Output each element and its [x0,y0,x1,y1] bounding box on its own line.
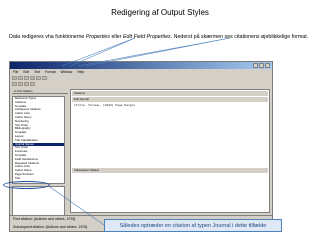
editor-header: Citations [72,91,268,96]
minimize-icon[interactable] [253,63,258,68]
paste-icon[interactable] [42,76,47,80]
cut-icon[interactable] [30,76,35,80]
bold-icon[interactable] [12,82,17,86]
callout-box: Således optræder en citation af typen Jo… [104,219,282,232]
subsequent-citation-header: Subsequent Citation [72,168,268,173]
preview-box [12,186,65,216]
app-screenshot: File Edit Text Format Window Help In Tex… [9,61,273,232]
editor-panel: Citations Edit Journal {Title. Volume, (… [70,89,270,213]
plain-icon[interactable] [30,82,35,86]
highlight-ellipse [3,181,50,189]
underline-icon[interactable] [24,82,29,86]
subsequent-citation-preview: Subsequent citation: {Authors and others… [13,225,88,229]
tab-in-text-citation[interactable]: In Text Citation [12,89,68,94]
window-controls [253,63,270,68]
intro-suffix: . Nederst på skærmen ses citationens øje… [170,34,309,40]
citation-template-field[interactable]: {Title. Volume, (1993) Page Range} [74,104,135,107]
italic-icon[interactable] [18,82,23,86]
close-icon[interactable] [265,63,270,68]
format-toolbar [10,81,272,87]
new-icon[interactable] [12,76,17,80]
maximize-icon[interactable] [259,63,264,68]
first-citation-preview: First citation: {Authors and others, 197… [13,217,76,221]
window-titlebar [10,62,272,69]
intro-text: Data redigeres vha funktionerne Properti… [9,33,309,41]
editor-subheader: Edit Journal [72,97,268,102]
style-tree: Reference Types Citations Template Ambig… [12,96,65,184]
intro-mid: eller [110,34,123,40]
page-title: Redigering af Output Styles [111,8,209,17]
intro-properties: Properties [85,34,111,40]
intro-prefix: Data redigeres vha funktionerne [9,34,86,40]
save-icon[interactable] [24,76,29,80]
tree-item[interactable]: Title [13,176,64,181]
copy-icon[interactable] [36,76,41,80]
intro-edit-field-properties: Edit Field Properties [122,34,171,40]
open-icon[interactable] [18,76,23,80]
